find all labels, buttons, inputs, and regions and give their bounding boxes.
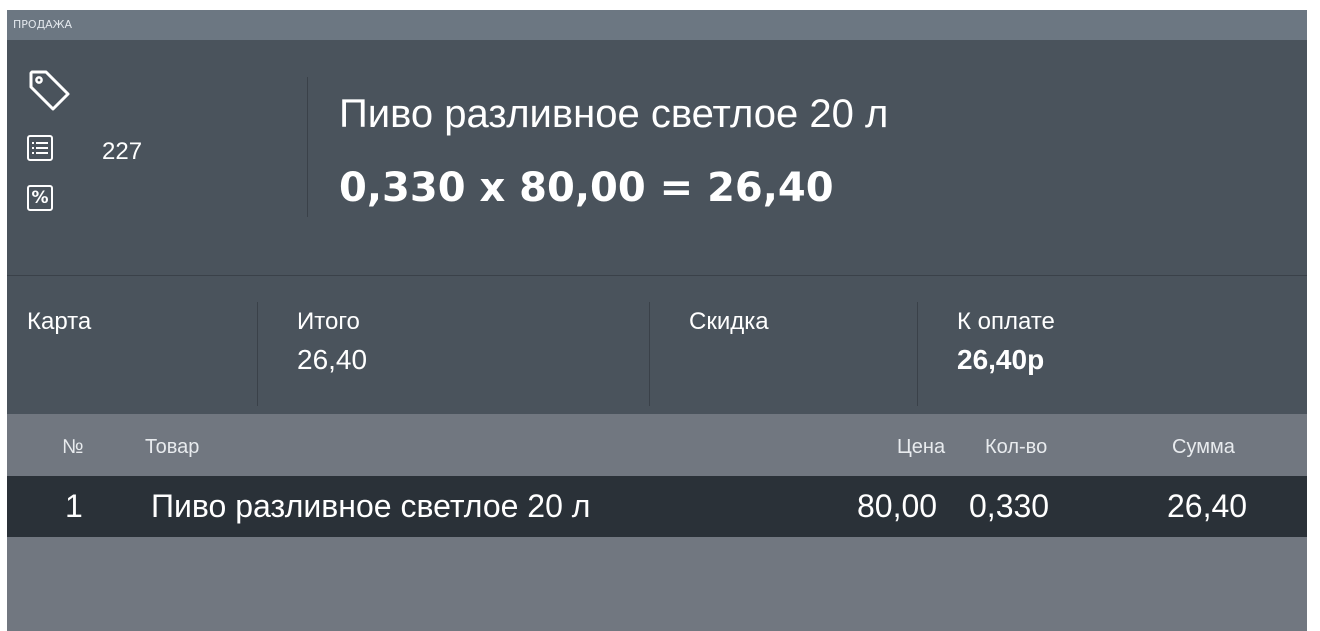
divider <box>649 302 650 406</box>
divider <box>917 302 918 406</box>
app-window: ПРОДАЖА 227 % Пиво разливное светлое 20 … <box>0 0 1320 631</box>
divider <box>307 77 308 217</box>
discount-label: Скидка <box>689 308 769 335</box>
card-label: Карта <box>27 308 92 335</box>
percent-icon[interactable]: % <box>27 185 53 211</box>
table-empty-area <box>7 537 1307 631</box>
current-calculation: 0,330 x 80,00 = 26,40 <box>339 165 834 211</box>
current-item-panel: 227 % Пиво разливное светлое 20 л 0,330 … <box>7 40 1307 275</box>
row-sum: 26,40 <box>1167 488 1248 524</box>
sale-pane: ПРОДАЖА 227 % Пиво разливное светлое 20 … <box>7 10 1307 631</box>
table-header: № Товар Цена Кол-во Сумма <box>7 414 1307 476</box>
row-item-name: Пиво разливное светлое 20 л <box>151 488 591 524</box>
list-icon[interactable] <box>27 135 53 161</box>
column-sum[interactable]: Сумма <box>1172 436 1235 459</box>
table-row[interactable]: 1 Пиво разливное светлое 20 л 80,00 0,33… <box>7 476 1307 537</box>
divider <box>257 302 258 406</box>
list-lines-icon <box>32 142 48 154</box>
summary-panel: Карта Итого 26,40 Скидка К оплате 26,40р <box>7 276 1307 414</box>
column-price[interactable]: Цена <box>897 436 945 459</box>
to-pay-value: 26,40р <box>957 344 1045 375</box>
column-qty[interactable]: Кол-во <box>985 436 1047 459</box>
tag-icon[interactable] <box>27 68 71 112</box>
column-item[interactable]: Товар <box>145 436 199 459</box>
row-price: 80,00 <box>857 488 938 524</box>
total-value: 26,40 <box>297 344 368 375</box>
to-pay-label: К оплате <box>957 308 1055 335</box>
total-label: Итого <box>297 308 360 335</box>
items-counter: 227 <box>102 138 143 165</box>
column-number[interactable]: № <box>62 436 83 459</box>
current-product-name: Пиво разливное светлое 20 л <box>339 92 889 136</box>
window-title: ПРОДАЖА <box>7 10 1307 40</box>
row-number: 1 <box>65 488 83 524</box>
row-qty: 0,330 <box>969 488 1050 524</box>
